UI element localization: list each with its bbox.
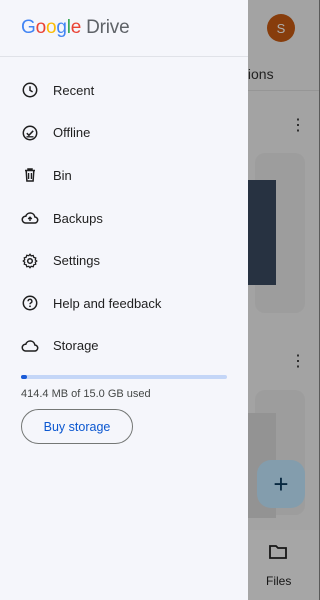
buy-storage-button[interactable]: Buy storage	[21, 409, 133, 445]
google-drive-logo: Google Drive	[21, 17, 130, 38]
menu-item-label: Offline	[53, 125, 91, 141]
drawer-menu: Recent Offline Bin Backups Settings Help…	[0, 69, 248, 367]
menu-item-bin[interactable]: Bin	[0, 154, 248, 197]
menu-item-label: Help and feedback	[53, 295, 162, 311]
help-icon	[21, 294, 39, 312]
menu-item-settings[interactable]: Settings	[0, 239, 248, 282]
menu-item-label: Bin	[53, 167, 72, 183]
menu-item-label: Backups	[53, 210, 103, 226]
menu-item-backups[interactable]: Backups	[0, 197, 248, 240]
drawer-header: Google Drive	[0, 0, 248, 57]
cloud-upload-icon	[21, 209, 39, 227]
storage-usage-text: 414.4 MB of 15.0 GB used	[21, 388, 151, 401]
clock-icon	[21, 81, 39, 99]
menu-item-storage[interactable]: Storage	[0, 325, 248, 368]
menu-item-recent[interactable]: Recent	[0, 69, 248, 112]
menu-item-label: Recent	[53, 82, 95, 98]
menu-item-help-feedback[interactable]: Help and feedback	[0, 282, 248, 325]
menu-item-label: Settings	[53, 253, 100, 269]
offline-check-icon	[21, 124, 39, 142]
gear-icon	[21, 252, 39, 270]
navigation-drawer: Google Drive Recent Offline Bin Backups …	[0, 0, 248, 600]
menu-item-label: Storage	[53, 338, 99, 354]
trash-icon	[21, 166, 39, 184]
storage-progress-bar	[21, 375, 227, 380]
menu-item-offline[interactable]: Offline	[0, 112, 248, 155]
cloud-icon	[21, 337, 39, 355]
storage-progress-fill	[21, 375, 27, 380]
